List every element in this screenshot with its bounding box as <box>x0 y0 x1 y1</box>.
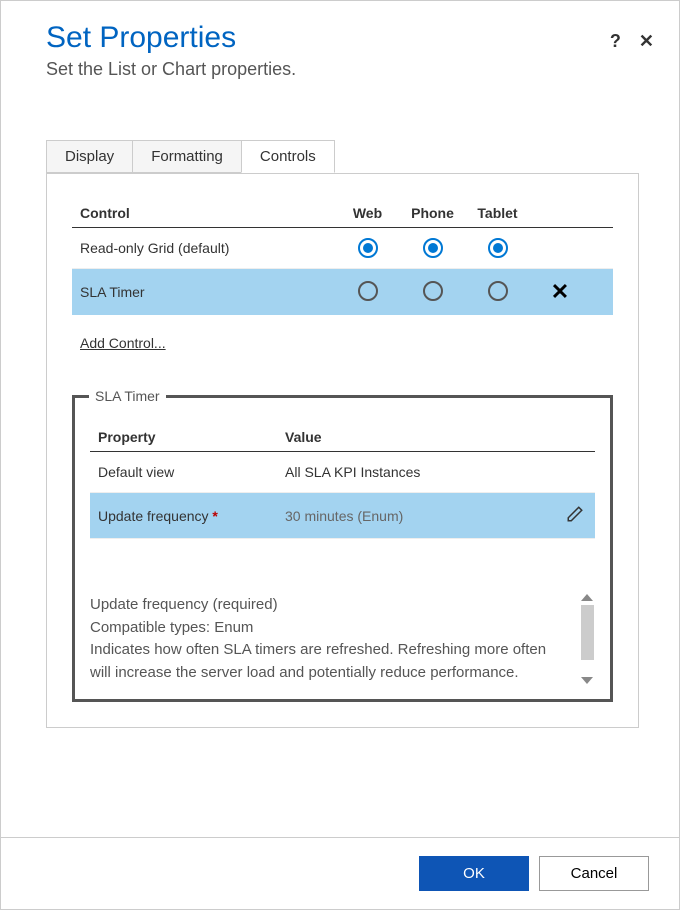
sla-timer-fieldset: SLA Timer Property Value Default view Al… <box>72 395 613 702</box>
scroll-up-icon[interactable] <box>581 594 593 601</box>
radio-web[interactable] <box>335 238 400 258</box>
header-delete <box>530 205 590 221</box>
ok-button[interactable]: OK <box>419 856 529 891</box>
dialog-footer: OK Cancel <box>1 837 679 909</box>
dialog-body: Display Formatting Controls Control Web … <box>1 80 679 837</box>
props-table-header: Property Value <box>90 423 595 452</box>
property-name: Update frequency * <box>90 508 285 524</box>
control-row-readonly-grid[interactable]: Read-only Grid (default) <box>72 228 613 269</box>
header-tablet: Tablet <box>465 205 530 221</box>
delete-control-button[interactable]: ✕ <box>530 279 590 305</box>
dialog-subtitle: Set the List or Chart properties. <box>46 59 649 80</box>
radio-web[interactable] <box>335 281 400 304</box>
add-control-link[interactable]: Add Control... <box>80 335 166 351</box>
radio-tablet[interactable] <box>465 281 530 304</box>
control-name: Read-only Grid (default) <box>80 240 335 256</box>
control-row-sla-timer[interactable]: SLA Timer ✕ <box>72 269 613 315</box>
pencil-icon <box>566 505 584 523</box>
header-value: Value <box>285 429 555 445</box>
property-label: Update frequency <box>98 508 209 524</box>
header-web: Web <box>335 205 400 221</box>
control-name: SLA Timer <box>80 284 335 300</box>
desc-line2: Compatible types: Enum <box>90 617 571 640</box>
tab-content: Control Web Phone Tablet Read-only Grid … <box>46 174 639 728</box>
help-icon[interactable]: ? <box>610 31 621 52</box>
header-control: Control <box>80 205 335 221</box>
scroll-down-icon[interactable] <box>581 677 593 684</box>
set-properties-dialog: Set Properties Set the List or Chart pro… <box>0 0 680 910</box>
cancel-button[interactable]: Cancel <box>539 856 649 891</box>
header-phone: Phone <box>400 205 465 221</box>
radio-phone[interactable] <box>400 238 465 258</box>
header-property: Property <box>90 429 285 445</box>
property-description-area: Update frequency (required) Compatible t… <box>90 594 595 684</box>
required-star-icon: * <box>212 508 217 524</box>
property-description: Update frequency (required) Compatible t… <box>90 594 571 684</box>
desc-line3: Indicates how often SLA timers are refre… <box>90 639 571 684</box>
controls-table-header: Control Web Phone Tablet <box>72 199 613 228</box>
property-name: Default view <box>90 464 285 480</box>
dialog-title: Set Properties <box>46 21 649 55</box>
dialog-header: Set Properties Set the List or Chart pro… <box>1 1 679 80</box>
header-actions: ? ✕ <box>610 31 654 52</box>
edit-property-button[interactable] <box>555 505 595 526</box>
tab-controls[interactable]: Controls <box>241 140 335 173</box>
scroll-thumb[interactable] <box>581 605 594 660</box>
desc-line1: Update frequency (required) <box>90 594 571 617</box>
fieldset-legend: SLA Timer <box>89 388 166 404</box>
tab-formatting[interactable]: Formatting <box>132 140 242 173</box>
tabstrip: Display Formatting Controls <box>46 140 639 174</box>
property-row-update-frequency[interactable]: Update frequency * 30 minutes (Enum) <box>90 493 595 539</box>
property-value: All SLA KPI Instances <box>285 464 555 480</box>
delete-icon: ✕ <box>551 279 569 304</box>
radio-phone[interactable] <box>400 281 465 304</box>
property-value: 30 minutes (Enum) <box>285 508 555 524</box>
property-row-default-view[interactable]: Default view All SLA KPI Instances <box>90 452 595 493</box>
radio-tablet[interactable] <box>465 238 530 258</box>
description-scrollbar[interactable] <box>579 594 595 684</box>
close-icon[interactable]: ✕ <box>639 31 654 52</box>
tab-display[interactable]: Display <box>46 140 133 173</box>
